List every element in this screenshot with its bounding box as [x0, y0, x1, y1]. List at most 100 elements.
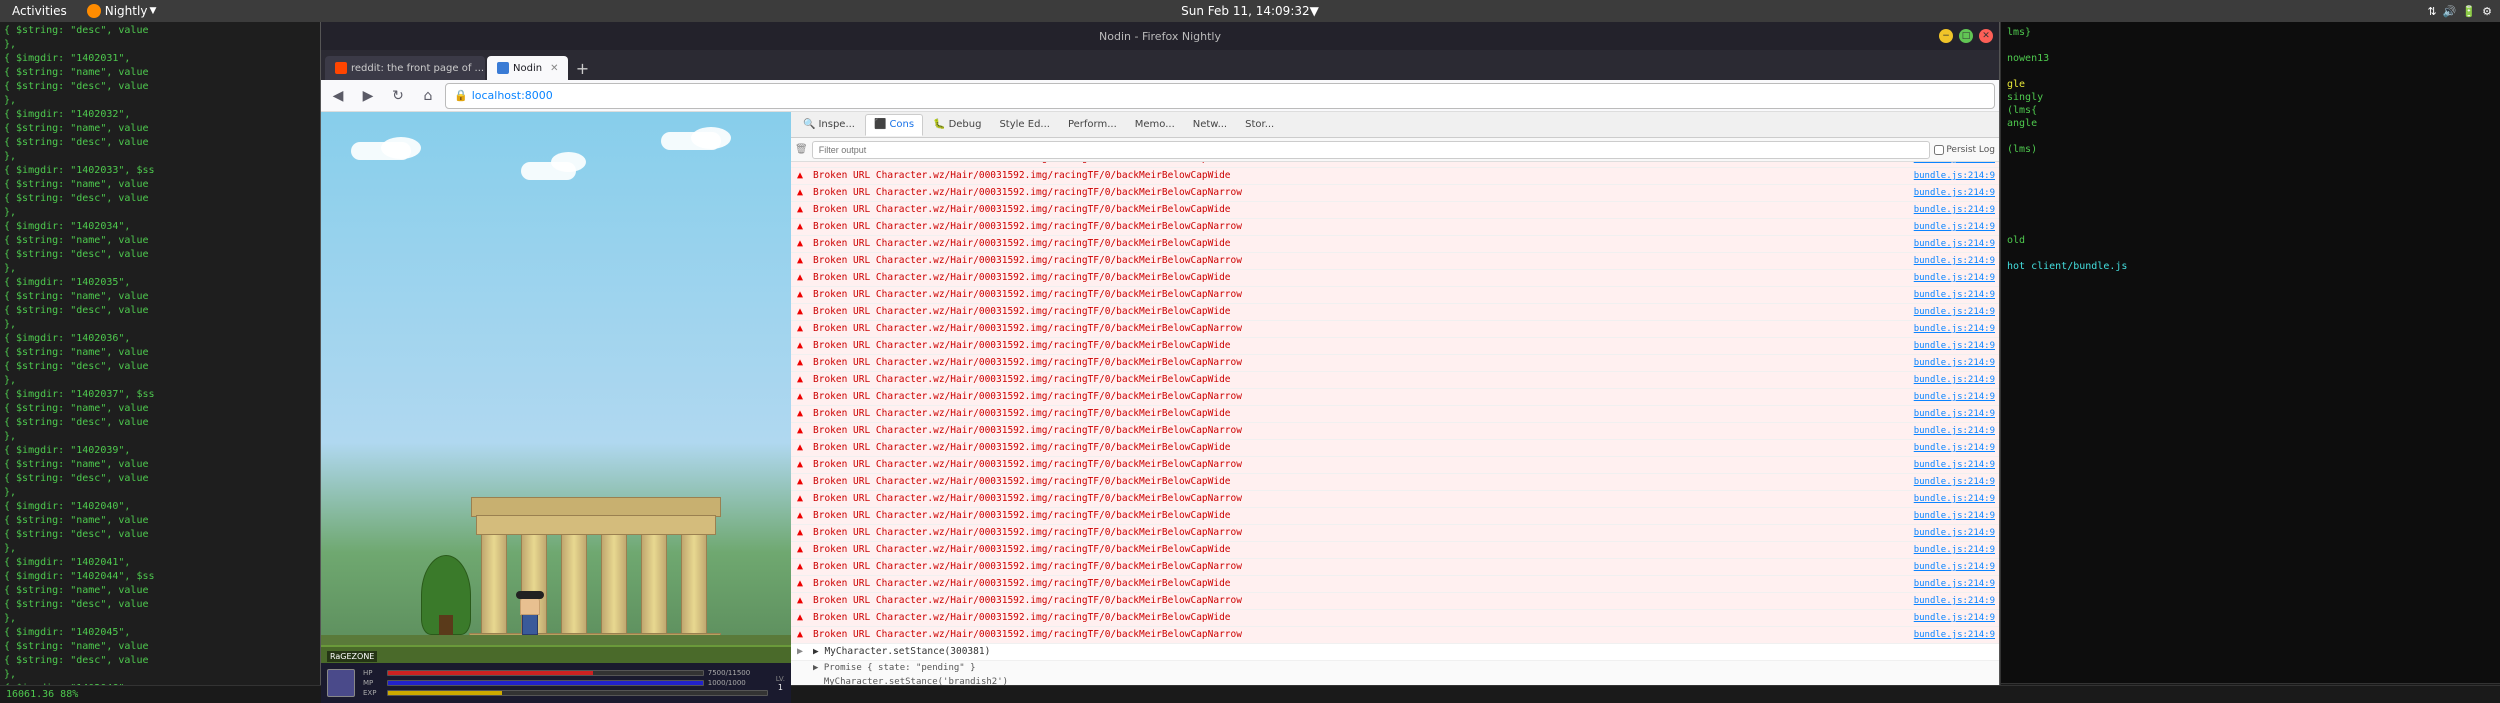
console-row[interactable]: ▲Broken URL Character.wz/Hair/00031592.i… [791, 474, 1999, 491]
reload-button[interactable]: ↻ [385, 83, 411, 109]
tab-close-nodin[interactable]: ✕ [550, 63, 558, 74]
console-row[interactable]: ▲Broken URL Character.wz/Hair/00031592.i… [791, 287, 1999, 304]
console-source-link[interactable]: bundle.js:214:9 [1910, 559, 1999, 575]
forward-button[interactable]: ▶ [355, 83, 381, 109]
console-messages[interactable]: ▲Broken URL Character.wz/Hair/00031592.i… [791, 162, 1999, 703]
console-row[interactable]: ▲Broken URL Character.wz/Hair/00031592.i… [791, 355, 1999, 372]
console-row[interactable]: ▶▶ MyCharacter.setStance(300381) [791, 644, 1999, 661]
console-row[interactable]: ▲Broken URL Character.wz/Hair/00031592.i… [791, 338, 1999, 355]
console-row[interactable]: ▲Broken URL Character.wz/Hair/00031592.i… [791, 406, 1999, 423]
new-tab-button[interactable]: + [570, 56, 594, 80]
console-row[interactable]: ▲Broken URL Character.wz/Hair/00031592.i… [791, 372, 1999, 389]
code-line: }, [4, 668, 316, 682]
console-source-link[interactable]: bundle.js:214:9 [1910, 389, 1999, 405]
activities-button[interactable]: Activities [0, 4, 79, 18]
console-row[interactable]: ▲Broken URL Character.wz/Hair/00031592.i… [791, 253, 1999, 270]
code-line: { $string: "desc", value [4, 654, 316, 668]
console-source-link[interactable]: bundle.js:214:9 [1910, 457, 1999, 473]
console-source-link[interactable]: bundle.js:214:9 [1910, 474, 1999, 490]
console-row[interactable]: ▲Broken URL Character.wz/Hair/00031592.i… [791, 185, 1999, 202]
console-source-link[interactable]: bundle.js:214:9 [1910, 542, 1999, 558]
console-source-link[interactable]: bundle.js:214:9 [1910, 440, 1999, 456]
console-filter-input[interactable] [812, 141, 1931, 159]
console-source-link[interactable]: bundle.js:214:9 [1910, 321, 1999, 337]
dt-tab-console[interactable]: ⬛ Cons [865, 114, 923, 136]
hp-value: 7500/11500 [708, 669, 768, 677]
error-triangle-icon: ▲ [797, 423, 803, 439]
console-row[interactable]: ▲Broken URL Character.wz/Hair/00031592.i… [791, 389, 1999, 406]
console-source-link[interactable]: bundle.js:214:9 [1910, 627, 1999, 643]
console-source-link[interactable]: bundle.js:214:9 [1910, 287, 1999, 303]
console-row[interactable]: ▲Broken URL Character.wz/Hair/00031592.i… [791, 491, 1999, 508]
dt-tab-network[interactable]: Netw... [1185, 114, 1235, 136]
terminal-line: hot client/bundle.js [2007, 260, 2494, 273]
code-line: { $string: "name", value [4, 346, 316, 360]
window-close-button[interactable]: ✕ [1979, 29, 1993, 43]
console-source-link[interactable]: bundle.js:214:9 [1910, 355, 1999, 371]
error-icon: ▲ [791, 355, 809, 371]
app-dropdown-arrow[interactable]: ▼ [149, 6, 156, 16]
console-row[interactable]: ▲Broken URL Character.wz/Hair/00031592.i… [791, 168, 1999, 185]
dt-tab-inspector[interactable]: 🔍 Inspe... [795, 114, 863, 136]
console-row[interactable]: ▲Broken URL Character.wz/Hair/00031592.i… [791, 508, 1999, 525]
console-row[interactable]: ▲Broken URL Character.wz/Hair/00031592.i… [791, 270, 1999, 287]
console-row[interactable]: ▲Broken URL Character.wz/Hair/00031592.i… [791, 423, 1999, 440]
console-source-link[interactable]: bundle.js:214:9 [1910, 219, 1999, 235]
console-row[interactable]: ▲Broken URL Character.wz/Hair/00031592.i… [791, 321, 1999, 338]
xp-label: EXP [363, 689, 383, 697]
console-row[interactable]: ▲Broken URL Character.wz/Hair/00031592.i… [791, 236, 1999, 253]
tab-nodin[interactable]: Nodin ✕ [487, 56, 568, 80]
dt-tab-storage[interactable]: Stor... [1237, 114, 1282, 136]
console-row[interactable]: ▲Broken URL Character.wz/Hair/00031592.i… [791, 304, 1999, 321]
game-canvas: RaGEZONE HP 7500/11500 MP [321, 112, 791, 703]
console-row[interactable]: ▲Broken URL Character.wz/Hair/00031592.i… [791, 525, 1999, 542]
console-source-link[interactable]: bundle.js:214:9 [1910, 338, 1999, 354]
console-source-link[interactable]: bundle.js:214:9 [1910, 508, 1999, 524]
dt-tab-stor-label: Stor... [1245, 119, 1274, 130]
lock-icon: 🔒 [454, 89, 468, 102]
code-line: { $string: "name", value [4, 178, 316, 192]
console-source-link[interactable]: bundle.js:214:9 [1910, 593, 1999, 609]
dt-tab-performance[interactable]: Perform... [1060, 114, 1125, 136]
persist-log-checkbox[interactable] [1934, 145, 1944, 155]
console-row[interactable]: ▲Broken URL Character.wz/Hair/00031592.i… [791, 610, 1999, 627]
console-source-link[interactable]: bundle.js:214:9 [1910, 491, 1999, 507]
dt-tab-style-editor[interactable]: Style Ed... [991, 114, 1058, 136]
console-source-link[interactable]: bundle.js:214:9 [1910, 610, 1999, 626]
console-source-link[interactable]: bundle.js:214:9 [1910, 236, 1999, 252]
window-maximize-button[interactable]: □ [1959, 29, 1973, 43]
console-row[interactable]: ▲Broken URL Character.wz/Hair/00031592.i… [791, 559, 1999, 576]
console-row[interactable]: ▲Broken URL Character.wz/Hair/00031592.i… [791, 440, 1999, 457]
console-source-link[interactable]: bundle.js:214:9 [1910, 270, 1999, 286]
console-row[interactable]: ▲Broken URL Character.wz/Hair/00031592.i… [791, 202, 1999, 219]
dt-tab-debugger[interactable]: 🐛 Debug [925, 114, 989, 136]
dt-tab-memory[interactable]: Memo... [1127, 114, 1183, 136]
console-source-link[interactable]: bundle.js:214:9 [1910, 423, 1999, 439]
console-source-link[interactable]: bundle.js:214:9 [1910, 525, 1999, 541]
tab-reddit[interactable]: reddit: the front page of ... ✕ [325, 56, 485, 80]
console-row[interactable]: ▲Broken URL Character.wz/Hair/00031592.i… [791, 542, 1999, 559]
window-minimize-button[interactable]: − [1939, 29, 1953, 43]
console-source-link[interactable]: bundle.js:214:9 [1910, 162, 1999, 167]
console-source-link[interactable]: bundle.js:214:9 [1910, 202, 1999, 218]
console-row[interactable]: ▲Broken URL Character.wz/Hair/00031592.i… [791, 627, 1999, 644]
home-button[interactable]: ⌂ [415, 83, 441, 109]
console-row[interactable]: ▲Broken URL Character.wz/Hair/00031592.i… [791, 457, 1999, 474]
console-row[interactable]: ▲Broken URL Character.wz/Hair/00031592.i… [791, 219, 1999, 236]
console-source-link[interactable]: bundle.js:214:9 [1910, 406, 1999, 422]
console-row[interactable]: ▲Broken URL Character.wz/Hair/00031592.i… [791, 593, 1999, 610]
console-row[interactable]: ▲Broken URL Character.wz/Hair/00031592.i… [791, 576, 1999, 593]
console-source-link[interactable]: bundle.js:214:9 [1910, 304, 1999, 320]
back-button[interactable]: ◀ [325, 83, 351, 109]
url-bar[interactable]: 🔒 localhost:8000 [445, 83, 1995, 109]
dt-trash-icon[interactable]: 🗑 [795, 144, 808, 155]
persist-log-container: Persist Log [1934, 145, 1995, 155]
console-source-link[interactable]: bundle.js:214:9 [1910, 576, 1999, 592]
console-source-link[interactable]: bundle.js:214:9 [1910, 168, 1999, 184]
terminal-content: lms} nowen13 glesingly(lms{angle (lms) o… [2001, 22, 2500, 683]
error-triangle-icon: ▲ [797, 321, 803, 337]
console-source-link[interactable]: bundle.js:214:9 [1910, 372, 1999, 388]
devtools-toolbar: 🔍 Inspe... ⬛ Cons 🐛 Debug Style Ed... [791, 112, 1999, 138]
console-source-link[interactable]: bundle.js:214:9 [1910, 253, 1999, 269]
console-source-link[interactable]: bundle.js:214:9 [1910, 185, 1999, 201]
